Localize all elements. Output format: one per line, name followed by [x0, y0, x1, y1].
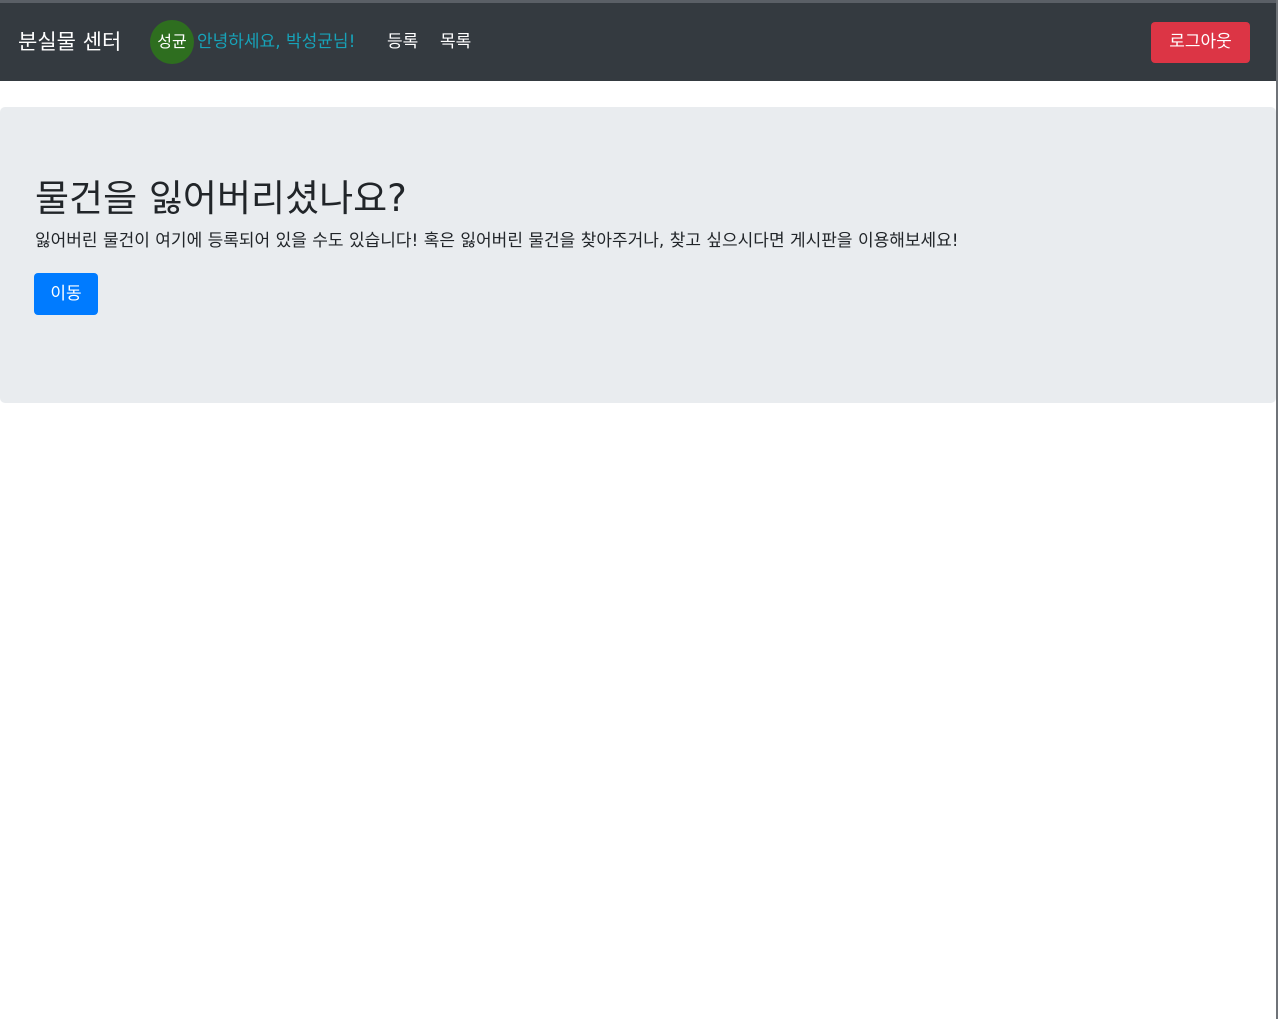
- move-button[interactable]: 이동: [34, 273, 98, 315]
- nav-link-register[interactable]: 등록: [387, 31, 418, 53]
- jumbotron-description: 잃어버린 물건이 여기에 등록되어 있을 수도 있습니다! 혹은 잃어버린 물건…: [35, 231, 959, 251]
- greeting-text: 안녕하세요, 박성균님!: [197, 32, 356, 52]
- logout-button[interactable]: 로그아웃: [1151, 22, 1250, 63]
- brand-link[interactable]: 분실물 센터: [18, 28, 121, 56]
- jumbotron: 물건을 잃어버리셨나요? 잃어버린 물건이 여기에 등록되어 있을 수도 있습니…: [0, 107, 1276, 403]
- navbar: 분실물 센터 성균 안녕하세요, 박성균님! 등록 목록 로그아웃: [0, 3, 1276, 81]
- user-avatar: 성균: [150, 20, 194, 64]
- jumbotron-title: 물건을 잃어버리셨나요?: [35, 177, 407, 220]
- nav-link-list[interactable]: 목록: [440, 31, 471, 53]
